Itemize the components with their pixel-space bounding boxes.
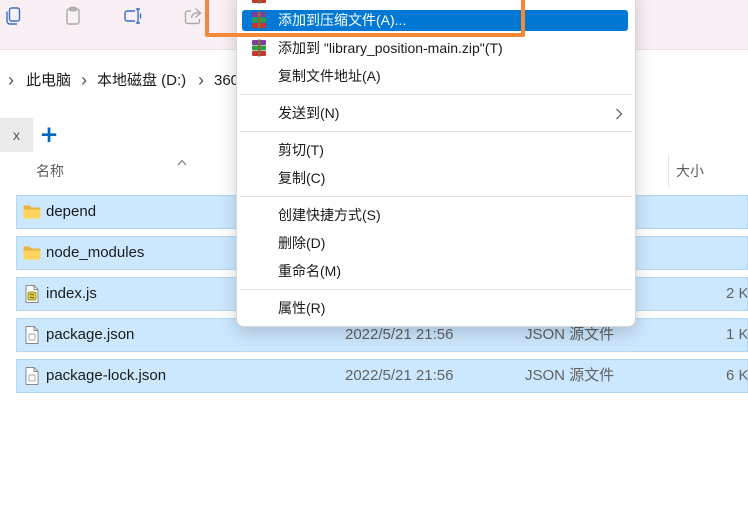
- menu-separator: [237, 127, 635, 136]
- file-name: node_modules: [46, 244, 145, 261]
- menu-item-send-to[interactable]: 发送到(N): [237, 99, 635, 127]
- new-tab-button[interactable]: +: [38, 119, 60, 151]
- menu-separator: [237, 285, 635, 294]
- highlight-annotation-box: [205, 0, 525, 37]
- rename-button[interactable]: [115, 3, 151, 29]
- js-file-icon: [22, 284, 42, 304]
- file-type: JSON 源文件: [525, 326, 615, 343]
- copy-button[interactable]: [0, 3, 31, 29]
- menu-item-create-shortcut[interactable]: 创建快捷方式(S): [237, 201, 635, 229]
- menu-item-delete[interactable]: 删除(D): [237, 229, 635, 257]
- menu-separator: [237, 90, 635, 99]
- file-name: index.js: [46, 285, 97, 302]
- json-file-icon: [22, 325, 42, 345]
- breadcrumb-separator[interactable]: ›: [81, 69, 87, 91]
- context-menu: 添加到压缩文件(A)... 添加到 "library_position-main…: [236, 0, 636, 327]
- menu-separator: [237, 192, 635, 201]
- menu-item-copy-path[interactable]: 复制文件地址(A): [237, 62, 635, 90]
- menu-item-copy[interactable]: 复制(C): [237, 164, 635, 192]
- menu-item-label: 删除(D): [278, 235, 326, 251]
- menu-item-properties[interactable]: 属性(R): [237, 294, 635, 322]
- folder-icon: [22, 243, 42, 263]
- paste-icon: [63, 6, 83, 26]
- file-type: JSON 源文件: [525, 367, 615, 384]
- menu-item-label: 创建快捷方式(S): [278, 207, 381, 223]
- close-tab-button[interactable]: x: [0, 118, 33, 152]
- file-row[interactable]: package-lock.json 2022/5/21 21:56 JSON 源…: [16, 359, 748, 393]
- winrar-icon: [250, 39, 268, 57]
- column-header-size[interactable]: 大小: [676, 162, 704, 180]
- breadcrumb-separator[interactable]: ›: [198, 69, 204, 91]
- menu-item-label: 复制(C): [278, 170, 326, 186]
- menu-item-label: 发送到(N): [278, 105, 340, 121]
- json-file-icon: [22, 366, 42, 386]
- file-size: 2 K: [726, 285, 748, 302]
- file-name: package.json: [46, 326, 135, 343]
- breadcrumb-separator[interactable]: ›: [8, 69, 14, 91]
- file-modified-date: 2022/5/21 21:56: [345, 326, 454, 343]
- chevron-right-icon: [615, 107, 623, 120]
- menu-item-label: 剪切(T): [278, 142, 324, 158]
- menu-item-label: 属性(R): [278, 300, 326, 316]
- paste-button[interactable]: [55, 3, 91, 29]
- rename-icon: [123, 6, 143, 26]
- menu-item-cut[interactable]: 剪切(T): [237, 136, 635, 164]
- menu-item-label: 重命名(M): [278, 263, 341, 279]
- file-modified-date: 2022/5/21 21:56: [345, 367, 454, 384]
- file-name: depend: [46, 203, 97, 220]
- copy-icon: [3, 6, 23, 26]
- chevron-up-icon: [177, 153, 187, 166]
- menu-item-label: 添加到 "library_position-main.zip"(T): [278, 40, 503, 56]
- column-header-name[interactable]: 名称: [36, 162, 64, 180]
- menu-item-label: 复制文件地址(A): [278, 68, 381, 84]
- menu-item-add-to-zip[interactable]: 添加到 "library_position-main.zip"(T): [237, 34, 635, 62]
- file-name: package-lock.json: [46, 367, 167, 384]
- file-size: 1 K: [726, 326, 748, 343]
- file-size: 6 K: [726, 367, 748, 384]
- share-icon: [183, 6, 203, 26]
- folder-icon: [22, 202, 42, 222]
- menu-item-rename[interactable]: 重命名(M): [237, 257, 635, 285]
- breadcrumb-item-this-pc[interactable]: 此电脑: [26, 71, 71, 91]
- column-divider[interactable]: [668, 155, 669, 187]
- breadcrumb-item-drive-d[interactable]: 本地磁盘 (D:): [97, 71, 186, 91]
